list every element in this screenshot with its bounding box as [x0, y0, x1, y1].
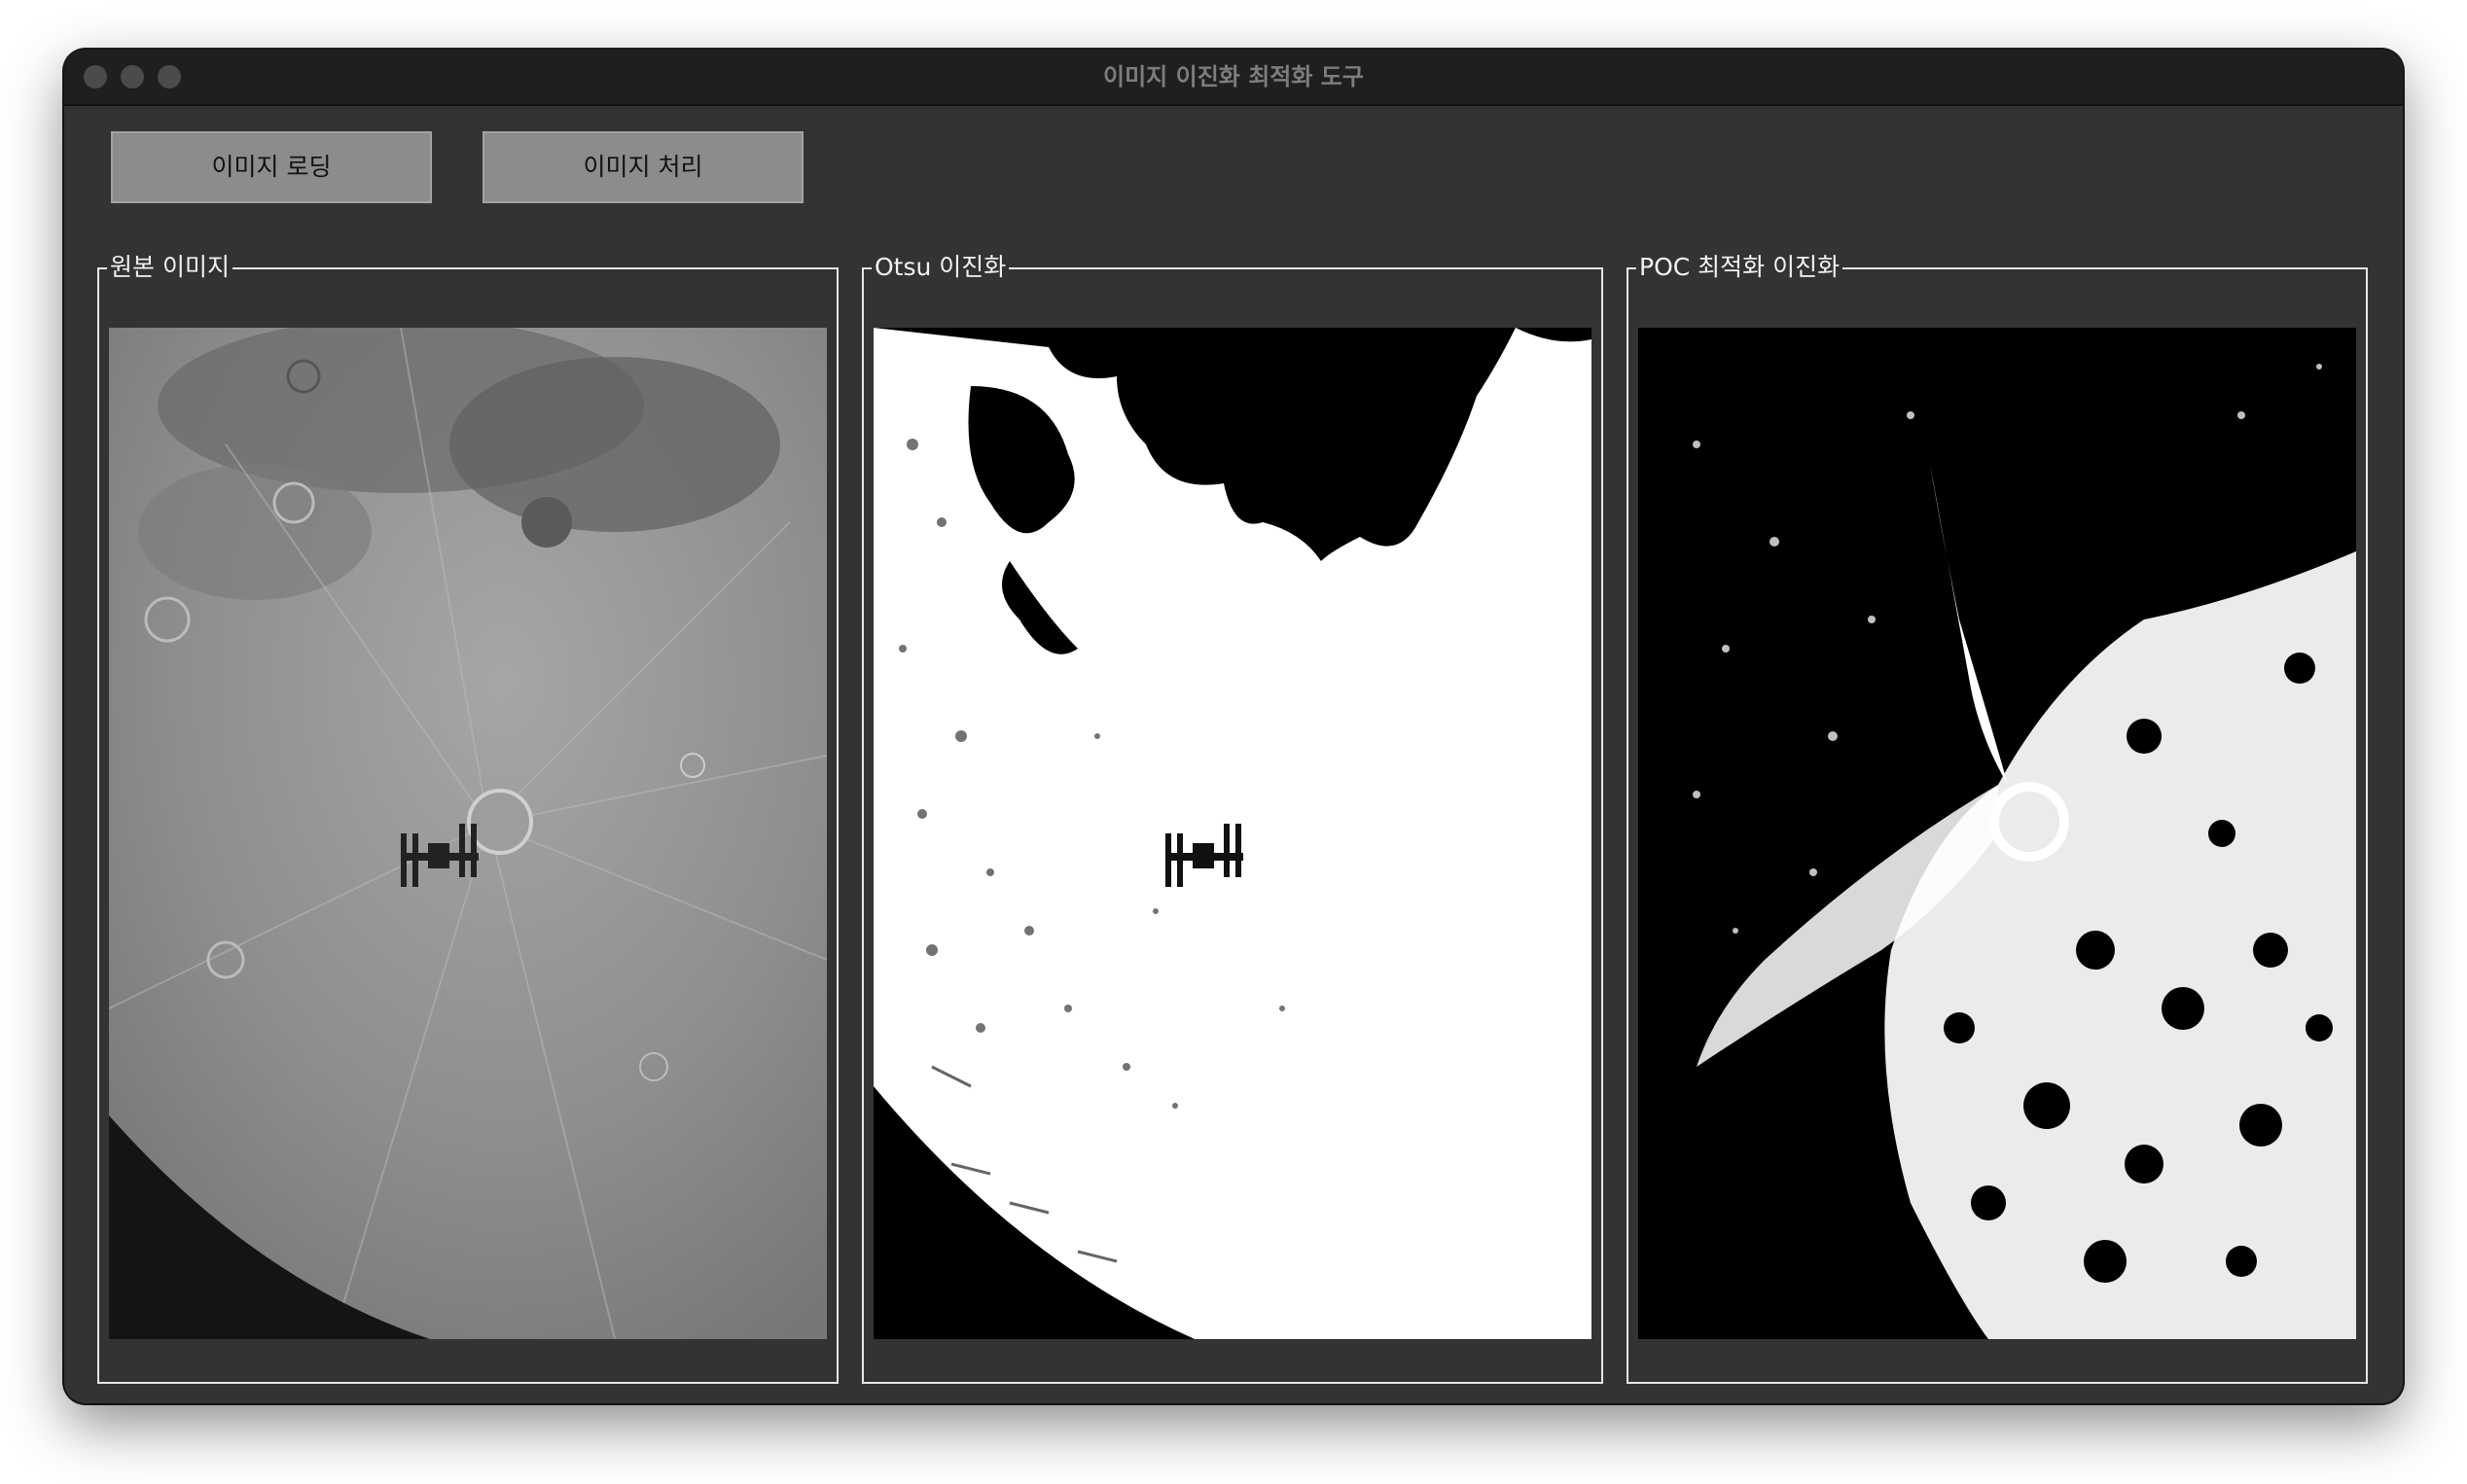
original-image-label: 원본 이미지: [107, 250, 232, 285]
poc-binary-image: [1638, 328, 2356, 1339]
process-image-button[interactable]: 이미지 처리: [483, 131, 804, 203]
window-title: 이미지 이진화 최적화 도구: [1103, 63, 1364, 90]
original-moon-image: [109, 328, 827, 1339]
otsu-label: Otsu 이진화: [872, 250, 1010, 285]
poc-panel: POC 최적화 이진화: [1627, 250, 2368, 1384]
app-window: 이미지 이진화 최적화 도구 이미지 로딩 이미지 처리 원본 이미지 Otsu…: [64, 50, 2403, 1403]
load-image-button[interactable]: 이미지 로딩: [111, 131, 432, 203]
title-bar: 이미지 이진화 최적화 도구: [64, 50, 2403, 106]
otsu-panel: Otsu 이진화: [862, 250, 1603, 1384]
otsu-binary-image: [874, 328, 1591, 1339]
original-image-panel: 원본 이미지: [97, 250, 839, 1384]
poc-label: POC 최적화 이진화: [1636, 250, 1843, 285]
